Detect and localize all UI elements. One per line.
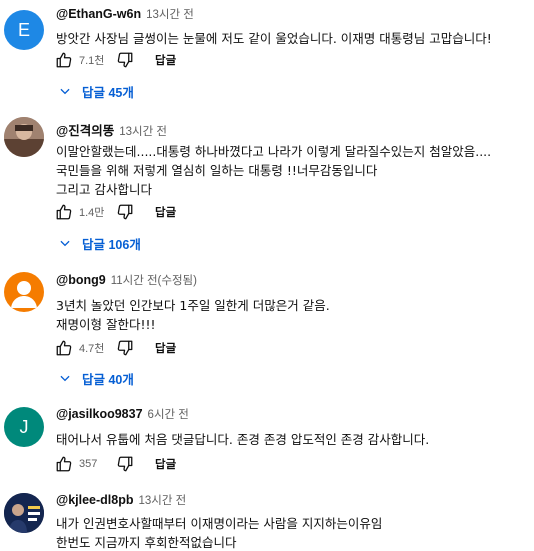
thumbs-down-icon bbox=[117, 52, 133, 68]
like-count: 7.1천 bbox=[79, 55, 105, 67]
person-icon bbox=[11, 281, 37, 308]
dislike-button[interactable] bbox=[113, 200, 137, 224]
reply-button[interactable]: 답글 bbox=[155, 204, 176, 220]
comment-text: 방앗간 사장님 글썽이는 눈물에 저도 같이 울었습니다. 이재명 대통령님 고… bbox=[56, 29, 526, 48]
comment-line: 국민들을 위해 저렇게 열심히 일하는 대통령 !!너무감동입니다 bbox=[56, 163, 378, 178]
like-count: 4.7천 bbox=[79, 343, 105, 355]
thumbs-down-icon bbox=[117, 340, 133, 356]
view-replies-button[interactable]: 답글 106개 bbox=[52, 229, 147, 257]
avatar-photo-icon bbox=[4, 117, 44, 157]
comment-line: 한번도 지금까지 후회한적없습니다 bbox=[56, 535, 237, 550]
avatar-letter: E bbox=[17, 19, 30, 40]
thumbs-up-icon bbox=[56, 204, 72, 220]
view-replies-label: 답글 40개 bbox=[82, 372, 134, 387]
comment-line: 이말안할랬는데.....대통령 하나바꼈다고 나라가 이렇게 달라질수있는지 첨… bbox=[56, 144, 492, 159]
avatar[interactable] bbox=[4, 117, 44, 157]
comment-line: 방앗간 사장님 글썽이는 눈물에 저도 같이 울었습니다. 이재명 대통령님 고… bbox=[56, 31, 492, 46]
comment-author[interactable]: @EthanG-w6n bbox=[56, 7, 141, 21]
like-count: 357 bbox=[79, 458, 98, 470]
view-replies-button[interactable]: 답글 45개 bbox=[52, 77, 140, 105]
view-replies-label: 답글 45개 bbox=[82, 85, 134, 100]
avatar[interactable] bbox=[4, 272, 44, 312]
thumbs-up-icon bbox=[56, 456, 72, 472]
comment-time[interactable]: 13시간 전 bbox=[119, 123, 167, 139]
reply-button[interactable]: 답글 bbox=[155, 340, 176, 356]
thumbs-down-icon bbox=[117, 204, 133, 220]
comment-line: 그리고 감사합니다 bbox=[56, 182, 152, 197]
comment-text: 내가 인권변호사할때부터 이재명이라는 사람을 지지하는이유임 한번도 지금까지… bbox=[56, 514, 526, 551]
like-button[interactable] bbox=[52, 336, 76, 360]
like-count: 1.4만 bbox=[79, 207, 105, 219]
comment-author[interactable]: @진격의똥 bbox=[56, 120, 114, 139]
thumbs-down-icon bbox=[117, 456, 133, 472]
thumbs-up-icon bbox=[56, 340, 72, 356]
comment-time[interactable]: 11시간 전(수정됨) bbox=[111, 272, 197, 288]
view-replies-button[interactable]: 답글 40개 bbox=[52, 364, 140, 392]
dislike-button[interactable] bbox=[113, 336, 137, 360]
like-button[interactable] bbox=[52, 452, 76, 476]
comment-text: 이말안할랬는데.....대통령 하나바꼈다고 나라가 이렇게 달라질수있는지 첨… bbox=[56, 142, 526, 199]
comment-line: 태어나서 유툽에 처음 댓글답니다. 존경 존경 압도적인 존경 감사합니다. bbox=[56, 432, 430, 447]
comment-line: 내가 인권변호사할때부터 이재명이라는 사람을 지지하는이유임 bbox=[56, 516, 383, 531]
thumbs-up-icon bbox=[56, 52, 72, 68]
comment-text: 3년치 놀았던 인간보다 1주일 일한게 더많은거 같음. 재명이형 잘한다!!… bbox=[56, 296, 526, 334]
chevron-down-icon bbox=[60, 375, 70, 382]
comment-author[interactable]: @jasilkoo9837 bbox=[56, 407, 143, 421]
comment-text: 태어나서 유툽에 처음 댓글답니다. 존경 존경 압도적인 존경 감사합니다. bbox=[56, 430, 526, 449]
avatar[interactable]: E bbox=[4, 10, 44, 50]
reply-button[interactable]: 답글 bbox=[155, 456, 176, 472]
comment-line: 재명이형 잘한다!!! bbox=[56, 317, 156, 332]
view-replies-label: 답글 106개 bbox=[82, 237, 141, 252]
chevron-down-icon bbox=[60, 88, 70, 95]
dislike-button[interactable] bbox=[113, 452, 137, 476]
comment-time[interactable]: 13시간 전 bbox=[138, 492, 186, 508]
like-button[interactable] bbox=[52, 200, 76, 224]
reply-button[interactable]: 답글 bbox=[155, 52, 176, 68]
comment-line: 3년치 놀았던 인간보다 1주일 일한게 더많은거 같음. bbox=[56, 298, 330, 313]
chevron-down-icon bbox=[60, 240, 70, 247]
comment-time[interactable]: 13시간 전 bbox=[146, 6, 194, 22]
like-button[interactable] bbox=[52, 48, 76, 72]
avatar[interactable]: J bbox=[4, 407, 44, 447]
comment-author[interactable]: @kjlee-dl8pb bbox=[56, 493, 133, 507]
avatar-letter: J bbox=[19, 416, 29, 437]
dislike-button[interactable] bbox=[113, 48, 137, 72]
comment-author[interactable]: @bong9 bbox=[56, 273, 106, 287]
avatar[interactable] bbox=[4, 493, 44, 533]
comment-time[interactable]: 6시간 전 bbox=[148, 406, 189, 422]
avatar-photo-icon bbox=[4, 493, 44, 533]
